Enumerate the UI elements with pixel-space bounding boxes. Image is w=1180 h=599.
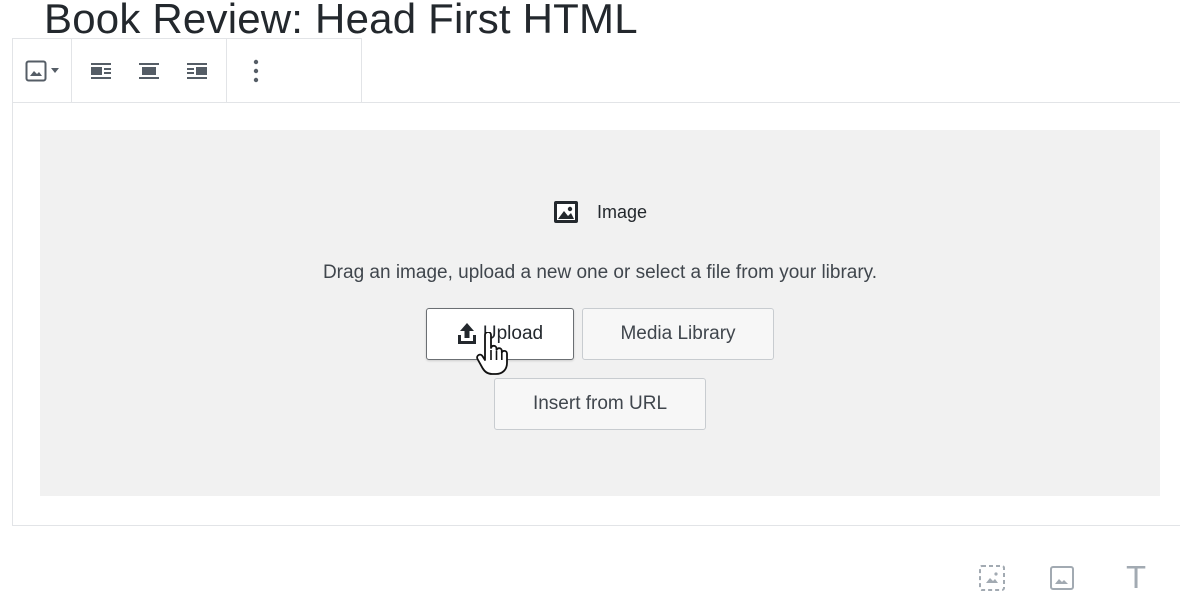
gallery-icon [979, 565, 1005, 591]
upload-button[interactable]: Upload [426, 308, 574, 360]
image-block-icon[interactable] [25, 51, 59, 91]
align-center-icon [139, 62, 159, 79]
align-right-icon [187, 62, 207, 79]
chevron-down-icon [51, 67, 59, 73]
block-toolbar [12, 38, 362, 102]
image-icon [1050, 566, 1074, 590]
placeholder-title: Image [596, 201, 648, 222]
media-library-button[interactable]: Media Library [582, 308, 774, 360]
more-options-group [227, 39, 285, 102]
text-icon: T [1126, 560, 1146, 596]
upload-button-label: Upload [482, 323, 544, 344]
upload-icon [457, 323, 476, 344]
editor-canvas: Book Review: Head First HTML Image Drag … [0, 0, 1180, 599]
align-left-icon [91, 62, 111, 79]
insert-image-button[interactable] [1044, 560, 1080, 596]
more-options-icon [253, 59, 259, 82]
align-left-button[interactable] [84, 51, 118, 91]
block-switcher[interactable] [13, 39, 72, 102]
insert-gallery-button[interactable] [974, 560, 1010, 596]
align-center-button[interactable] [132, 51, 166, 91]
placeholder-instructions: Drag an image, upload a new one or selec… [322, 262, 878, 283]
image-placeholder[interactable]: Image Drag an image, upload a new one or… [40, 130, 1160, 496]
more-options-button[interactable] [239, 51, 273, 91]
insert-from-url-button[interactable]: Insert from URL [494, 378, 706, 430]
alignment-group [72, 39, 227, 102]
placeholder-label: Image [40, 200, 1160, 224]
align-right-button[interactable] [180, 51, 214, 91]
image-icon [553, 201, 578, 223]
insert-paragraph-button[interactable]: T [1118, 560, 1154, 596]
